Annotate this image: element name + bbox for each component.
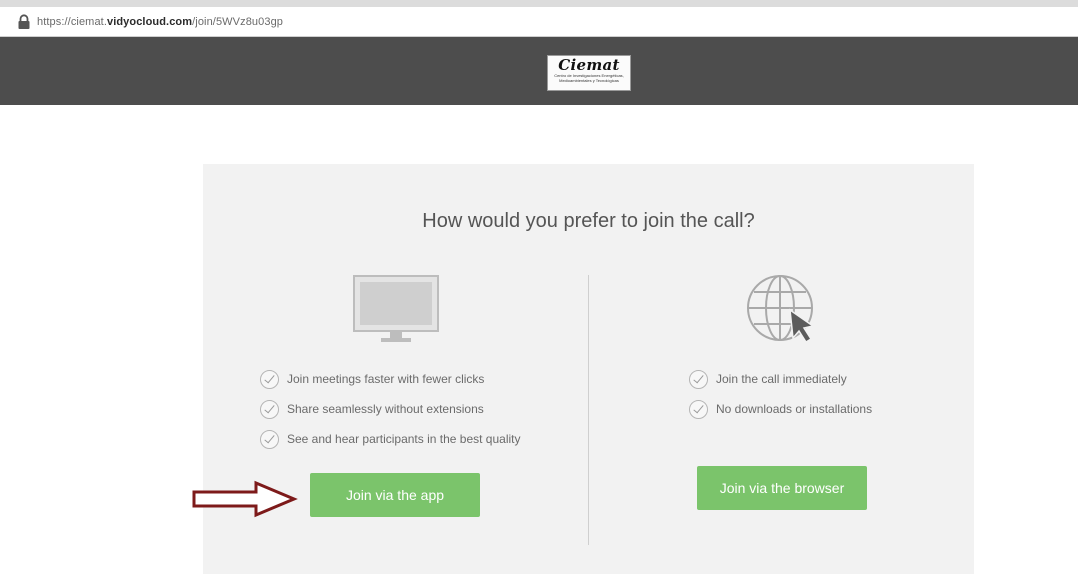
- feature-text: Share seamlessly without extensions: [287, 402, 484, 416]
- browser-top-edge: [0, 0, 1078, 7]
- check-circle-icon: [689, 399, 708, 419]
- ciemat-logo: Ciemat Centro de Investigaciones Energét…: [547, 55, 631, 91]
- globe-cursor-icon: [747, 275, 815, 344]
- join-via-app-button[interactable]: Join via the app: [310, 473, 480, 517]
- logo-subtitle: Centro de Investigaciones Energéticas, M…: [554, 73, 624, 83]
- check-circle-icon: [260, 429, 279, 449]
- url-domain: vidyocloud.com: [106, 15, 193, 28]
- browser-feature-list: Join the call immediately No downloads o…: [689, 364, 872, 424]
- feature-text: No downloads or installations: [716, 402, 873, 416]
- url-path: /join/5WVz8u03gp: [192, 15, 284, 28]
- feature-text: Join the call immediately: [716, 372, 847, 386]
- site-header: Ciemat Centro de Investigaciones Energét…: [0, 37, 1078, 105]
- browser-address-bar[interactable]: https://ciemat.vidyocloud.com/join/5WVz8…: [0, 7, 1078, 37]
- desktop-monitor-icon: [353, 275, 439, 342]
- list-item: Join the call immediately: [689, 364, 872, 394]
- url-prefix: https://ciemat.: [37, 15, 107, 28]
- check-circle-icon: [689, 369, 708, 389]
- join-options-card: How would you prefer to join the call? J…: [203, 164, 974, 574]
- list-item: Share seamlessly without extensions: [260, 394, 520, 424]
- list-item: Join meetings faster with fewer clicks: [260, 364, 520, 394]
- join-via-browser-button[interactable]: Join via the browser: [697, 466, 867, 510]
- feature-text: See and hear participants in the best qu…: [287, 432, 521, 446]
- lock-icon: [18, 13, 30, 29]
- list-item: No downloads or installations: [689, 394, 872, 424]
- join-question-heading: How would you prefer to join the call?: [422, 210, 755, 232]
- app-feature-list: Join meetings faster with fewer clicks S…: [260, 364, 520, 454]
- check-circle-icon: [260, 399, 279, 419]
- logo-wordmark: Ciemat: [558, 56, 620, 74]
- list-item: See and hear participants in the best qu…: [260, 424, 520, 454]
- options-divider: [588, 275, 589, 545]
- feature-text: Join meetings faster with fewer clicks: [287, 372, 485, 386]
- address-url[interactable]: https://ciemat.vidyocloud.com/join/5WVz8…: [37, 16, 283, 28]
- check-circle-icon: [260, 369, 279, 389]
- right-arrow-annotation-icon: [192, 480, 298, 518]
